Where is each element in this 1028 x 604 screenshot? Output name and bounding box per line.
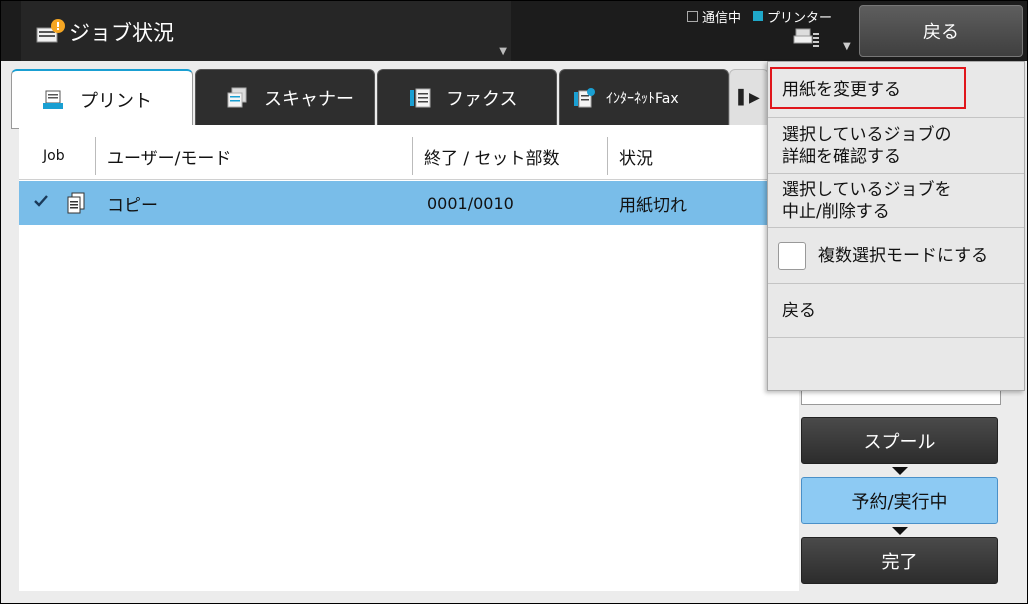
checkmark-icon [34, 195, 48, 207]
menu-item-multi-select[interactable]: 複数選択モードにする [768, 228, 1024, 284]
action-menu: 用紙を変更する 選択しているジョブの 詳細を確認する 選択しているジョブを 中止… [767, 61, 1025, 391]
comm-legend-label: 通信中 [702, 10, 742, 26]
scanner-icon [227, 87, 247, 107]
tab-internet-fax-label: ｲﾝﾀｰﾈｯﾄFax [606, 90, 679, 107]
print-job-icon [43, 90, 63, 109]
tab-scroll-right-button[interactable]: ▌▶ [729, 69, 769, 125]
focus-highlight [770, 67, 966, 109]
job-table: Job ユーザー/モード 終了 / セット部数 状況 コピー 0001/0010… [19, 125, 799, 591]
caret-down-icon: ▼ [499, 46, 507, 57]
job-status-icon [36, 19, 65, 43]
table-header: Job ユーザー/モード 終了 / セット部数 状況 [19, 133, 799, 180]
multi-select-checkbox[interactable] [778, 241, 806, 270]
arrow-down-icon [892, 527, 908, 535]
complete-button[interactable]: 完了 [801, 537, 998, 584]
tab-internet-fax[interactable]: ｲﾝﾀｰﾈｯﾄFax [559, 69, 729, 125]
printer-legend-swatch [753, 11, 764, 21]
tab-scanner[interactable]: スキャナー [195, 69, 375, 125]
play-right-icon: ▌▶ [738, 89, 760, 106]
job-status-screen: ジョブ状況 ▼ 通信中 プリンター ▼ 戻る プリント スキャナー ファクス ｲ… [1, 1, 1027, 603]
column-header-user-mode[interactable]: ユーザー/モード [95, 133, 412, 179]
copy-job-icon [67, 192, 85, 214]
row-done-set: 0001/0010 [427, 193, 514, 213]
column-header-job[interactable]: Job [19, 133, 95, 179]
tab-print[interactable]: プリント [11, 69, 193, 129]
arrow-down-icon [892, 467, 908, 475]
menu-item-job-details[interactable]: 選択しているジョブの 詳細を確認する [768, 118, 1024, 174]
printer-icon[interactable] [793, 27, 823, 51]
reserved-running-button[interactable]: 予約/実行中 [801, 477, 998, 524]
status-legend: 通信中 プリンター [687, 7, 844, 26]
menu-item-change-paper[interactable]: 用紙を変更する [768, 62, 1024, 118]
top-bar: ジョブ状況 ▼ 通信中 プリンター ▼ 戻る [1, 1, 1027, 61]
printer-caret-icon[interactable]: ▼ [843, 41, 851, 52]
row-status: 用紙切れ [619, 195, 687, 216]
menu-item-label: 選択しているジョブの 詳細を確認する [782, 124, 952, 167]
table-row[interactable]: コピー 0001/0010 用紙切れ [19, 181, 799, 225]
menu-item-cancel-job[interactable]: 選択しているジョブを 中止/削除する [768, 174, 1024, 228]
printer-legend-label: プリンター [767, 10, 833, 26]
row-user-mode: コピー [107, 195, 158, 216]
menu-item-back[interactable]: 戻る [768, 284, 1024, 338]
menu-item-label: 選択しているジョブを 中止/削除する [782, 179, 952, 222]
tab-print-label: プリント [80, 90, 152, 112]
tab-scanner-label: スキャナー [264, 88, 354, 110]
menu-item-label: 複数選択モードにする [818, 245, 989, 266]
comm-legend-swatch [687, 10, 698, 22]
back-button[interactable]: 戻る [859, 5, 1023, 57]
fax-icon [410, 88, 431, 107]
spool-button[interactable]: スプール [801, 417, 998, 464]
menu-item-label: 戻る [782, 300, 816, 321]
column-header-done-set[interactable]: 終了 / セット部数 [412, 133, 607, 179]
tab-fax[interactable]: ファクス [377, 69, 557, 125]
internet-fax-icon [574, 87, 595, 107]
tab-fax-label: ファクス [446, 88, 518, 110]
title-area[interactable]: ジョブ状況 ▼ [21, 1, 511, 61]
page-title: ジョブ状況 [69, 21, 174, 45]
